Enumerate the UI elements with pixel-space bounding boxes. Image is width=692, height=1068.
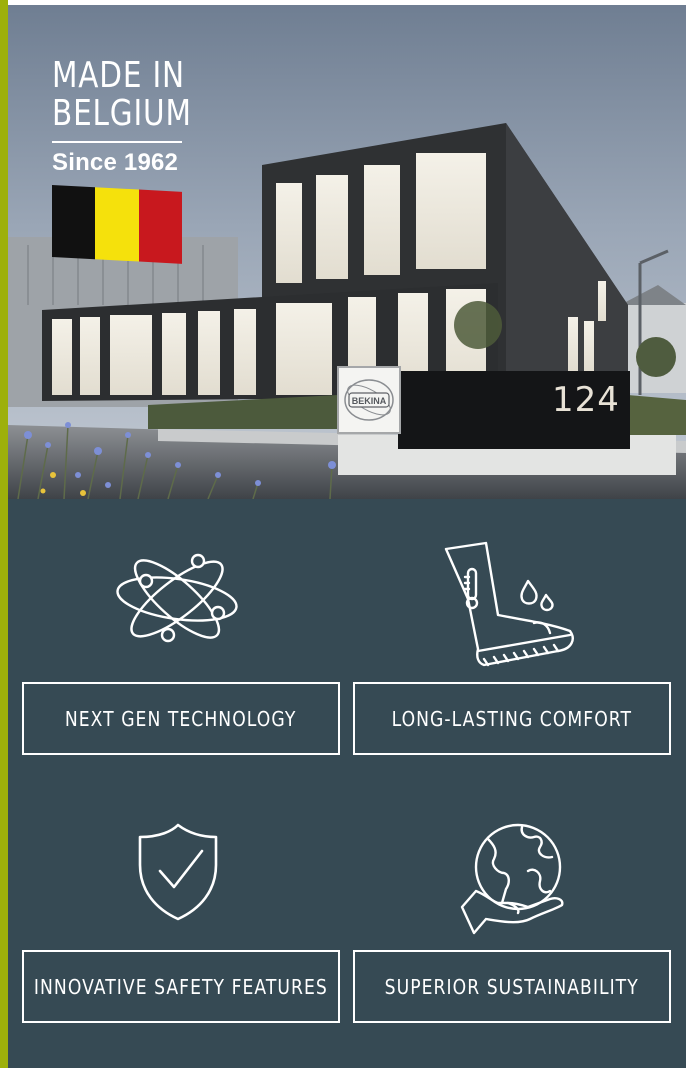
since-year-text: Since 1962: [52, 149, 179, 176]
feature-next-gen-technology: NEXT GEN TECHNOLOGY: [22, 682, 340, 755]
flag-stripe-yellow: [95, 187, 139, 262]
feature-label: LONG-LASTING COMFORT: [391, 706, 633, 731]
feature-label: INNOVATIVE SAFETY FEATURES: [34, 974, 328, 999]
sign-logo-text: BEKINA: [352, 396, 387, 406]
hero-building-photo: BEKINA 124 MADE IN BELGIUM Since 1962: [8, 5, 686, 499]
globe-hand-icon: [460, 823, 564, 935]
country-text: BELGIUM: [52, 93, 192, 134]
accent-bar: [0, 0, 8, 1068]
badge-divider: [52, 141, 182, 143]
flag-stripe-black: [52, 185, 96, 260]
made-in-text: MADE IN: [52, 55, 185, 96]
sign-number-text: 124: [552, 380, 620, 420]
flag-stripe-red: [138, 189, 182, 264]
belgium-flag: [52, 185, 182, 264]
boot-icon: [444, 541, 574, 667]
feature-label: NEXT GEN TECHNOLOGY: [65, 706, 297, 731]
feature-superior-sustainability: SUPERIOR SUSTAINABILITY: [353, 950, 671, 1023]
feature-label: SUPERIOR SUSTAINABILITY: [384, 974, 640, 999]
feature-innovative-safety-features: INNOVATIVE SAFETY FEATURES: [22, 950, 340, 1023]
feature-long-lasting-comfort: LONG-LASTING COMFORT: [353, 682, 671, 755]
atom-icon: [116, 553, 238, 643]
features-panel: NEXT GEN TECHNOLOGY LONG-LASTING COMFORT…: [8, 499, 686, 1068]
made-in-belgium-badge: MADE IN BELGIUM Since 1962: [52, 55, 192, 264]
shield-check-icon: [138, 823, 218, 921]
